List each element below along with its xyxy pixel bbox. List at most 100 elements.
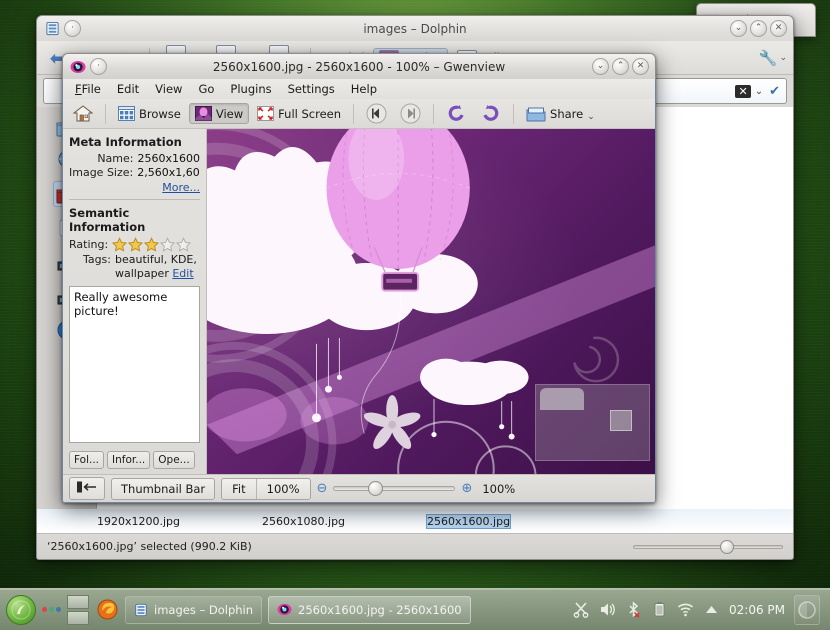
gwenview-toolbar[interactable]: Browse View Full Scre bbox=[63, 99, 655, 129]
fit-button[interactable]: Fit bbox=[222, 479, 255, 499]
zoom-out-icon[interactable]: ⊖ bbox=[317, 481, 328, 496]
gwenview-zoom-knob[interactable] bbox=[368, 481, 383, 496]
gwenview-next-button[interactable] bbox=[395, 101, 426, 126]
view-image-icon bbox=[195, 106, 212, 121]
gwenview-zoom-slider[interactable] bbox=[333, 482, 455, 496]
chevron-down-icon[interactable]: ⌄ bbox=[587, 112, 595, 122]
gwenview-fullscreen-button[interactable]: Full Screen bbox=[252, 104, 346, 123]
dolphin-zoom-slider[interactable] bbox=[633, 540, 783, 554]
show-desktop-icon[interactable] bbox=[794, 595, 820, 625]
wifi-icon[interactable] bbox=[677, 601, 694, 618]
rating-row[interactable]: Rating: bbox=[69, 237, 200, 252]
gwenview-title: 2560x1600.jpg - 2560x1600 - 100% – Gwenv… bbox=[63, 60, 655, 74]
menu-edit[interactable]: Edit bbox=[109, 80, 147, 98]
gwenview-sidebar[interactable]: Meta Information Name: 2560x1600 Image S… bbox=[63, 129, 207, 474]
menu-file[interactable]: FFile bbox=[67, 80, 109, 98]
file-name-1920x1200[interactable]: 1920x1200.jpg bbox=[97, 515, 180, 528]
sidebar-tab-folders[interactable]: Fol... bbox=[69, 451, 104, 469]
gwenview-content: Meta Information Name: 2560x1600 Image S… bbox=[63, 129, 655, 474]
chevron-down-icon: ⌄ bbox=[779, 53, 787, 63]
zoom-track bbox=[633, 545, 783, 549]
gwenview-fullscreen-label: Full Screen bbox=[278, 107, 341, 121]
gwenview-maximize-button[interactable]: ⌃ bbox=[612, 58, 629, 75]
pager-desktop-2[interactable] bbox=[67, 611, 89, 625]
rating-stars[interactable] bbox=[112, 237, 191, 252]
system-tray[interactable]: 02:06 PM bbox=[573, 595, 824, 625]
gwenview-view-button[interactable]: View bbox=[189, 103, 249, 124]
home-icon bbox=[73, 104, 93, 123]
pager-icon[interactable] bbox=[67, 595, 89, 625]
dolphin-close-button[interactable]: ✕ bbox=[770, 20, 787, 37]
meta-name-row: Name: 2560x1600 bbox=[69, 152, 200, 165]
activity-dots[interactable] bbox=[42, 607, 61, 612]
dolphin-menu-button[interactable]: · bbox=[64, 20, 81, 37]
overlay-shape-a bbox=[540, 388, 584, 410]
menu-help[interactable]: Help bbox=[343, 80, 385, 98]
menu-plugins[interactable]: Plugins bbox=[222, 80, 279, 98]
dolphin-minimize-button[interactable]: ⌄ bbox=[730, 20, 747, 37]
taskbar[interactable]: images – Dolphin 2560x1600.jpg - 2560x16… bbox=[0, 588, 830, 630]
gwenview-share-button[interactable]: Share ⌄ bbox=[521, 104, 600, 124]
tags-key: Tags: bbox=[69, 253, 111, 281]
gwenview-window[interactable]: · 2560x1600.jpg - 2560x1600 - 100% – Gwe… bbox=[62, 53, 656, 503]
klipper-scissors-icon[interactable] bbox=[573, 601, 590, 618]
kde-menu-icon[interactable] bbox=[6, 595, 36, 625]
tags-row[interactable]: Tags: beautiful, KDE, wallpaper Edit bbox=[69, 253, 200, 281]
meta-more-link[interactable]: More... bbox=[162, 181, 200, 194]
gwenview-sidebar-toggle-button[interactable] bbox=[69, 477, 105, 500]
dot-green-icon bbox=[49, 607, 54, 612]
menu-view[interactable]: View bbox=[147, 80, 190, 98]
taskbar-item-dolphin[interactable]: images – Dolphin bbox=[125, 596, 262, 624]
sidebar-tab-operations[interactable]: Ope... bbox=[153, 451, 194, 469]
bluetooth-disabled-icon[interactable] bbox=[625, 601, 642, 618]
thumbnail-bar-button[interactable]: Thumbnail Bar bbox=[111, 478, 215, 500]
gwenview-home-button[interactable] bbox=[68, 102, 98, 125]
firefox-icon[interactable] bbox=[95, 598, 119, 622]
hundred-percent-button[interactable]: 100% bbox=[256, 479, 310, 499]
dolphin-icon bbox=[43, 20, 61, 38]
taskbar-item-gwenview[interactable]: 2560x1600.jpg - 2560x1600 bbox=[268, 596, 471, 624]
file-name-2560x1600[interactable]: 2560x1600.jpg bbox=[427, 515, 510, 528]
gwenview-titlebar[interactable]: · 2560x1600.jpg - 2560x1600 - 100% – Gwe… bbox=[62, 53, 656, 79]
gwenview-rotate-left-button[interactable] bbox=[441, 101, 472, 126]
tags-edit-link[interactable]: Edit bbox=[172, 267, 193, 280]
gwenview-rotate-right-button[interactable] bbox=[475, 101, 506, 126]
file-name-2560x1080[interactable]: 2560x1080.jpg bbox=[262, 515, 345, 528]
gwenview-browse-button[interactable]: Browse bbox=[113, 104, 186, 123]
menu-settings[interactable]: Settings bbox=[280, 80, 343, 98]
dolphin-titlebar[interactable]: · images – Dolphin ⌄ ⌃ ✕ bbox=[36, 15, 794, 41]
gwenview-eye-icon bbox=[69, 58, 87, 76]
clock[interactable]: 02:06 PM bbox=[729, 603, 785, 617]
gwenview-image-view[interactable] bbox=[207, 129, 655, 474]
zoom-knob[interactable] bbox=[720, 540, 734, 554]
sidebar-tab-information[interactable]: Infor... bbox=[107, 451, 150, 469]
gwenview-menu-button[interactable]: · bbox=[90, 58, 107, 75]
dolphin-maximize-button[interactable]: ⌃ bbox=[750, 20, 767, 37]
fit-zoom-group[interactable]: Fit 100% bbox=[221, 478, 310, 500]
gwenview-minimize-button[interactable]: ⌄ bbox=[592, 58, 609, 75]
gwenview-previous-button[interactable] bbox=[361, 101, 392, 126]
chevron-down-icon[interactable]: ⌄ bbox=[755, 86, 763, 97]
note-textarea[interactable]: Really awesome picture! bbox=[69, 286, 200, 444]
dolphin-window-controls[interactable]: ⌄ ⌃ ✕ bbox=[727, 20, 787, 37]
gwenview-menubar[interactable]: FFile Edit View Go Plugins Settings Help bbox=[63, 79, 655, 99]
gwenview-sidebar-tabs[interactable]: Fol... Infor... Ope... bbox=[69, 448, 200, 474]
dolphin-configure-button[interactable]: 🔧 ⌄ bbox=[759, 49, 787, 67]
dolphin-statusbar: ‘2560x1600.jpg’ selected (990.2 KiB) bbox=[37, 533, 793, 559]
meta-name-value: 2560x1600 bbox=[138, 152, 201, 165]
rating-key: Rating: bbox=[69, 238, 108, 251]
gwenview-bottom-bar[interactable]: Thumbnail Bar Fit 100% ⊖ ⊕ 100% bbox=[63, 474, 655, 502]
gwenview-toolbar-separator-4 bbox=[513, 104, 514, 124]
gwenview-window-controls[interactable]: ⌄ ⌃ ✕ bbox=[589, 58, 649, 75]
clear-icon[interactable]: ✕ bbox=[735, 85, 750, 98]
file-names-row[interactable]: 1920x1200.jpg 2560x1080.jpg 2560x1600.jp… bbox=[37, 509, 793, 533]
tray-expand-icon[interactable] bbox=[703, 601, 720, 618]
battery-icon[interactable] bbox=[651, 601, 668, 618]
menu-go[interactable]: Go bbox=[190, 80, 222, 98]
volume-icon[interactable] bbox=[599, 601, 616, 618]
zoom-in-icon[interactable]: ⊕ bbox=[461, 481, 472, 496]
checkmark-icon[interactable]: ✔ bbox=[769, 84, 780, 99]
star-filled-icon bbox=[128, 237, 143, 252]
gwenview-close-button[interactable]: ✕ bbox=[632, 58, 649, 75]
pager-desktop-1[interactable] bbox=[67, 595, 89, 609]
